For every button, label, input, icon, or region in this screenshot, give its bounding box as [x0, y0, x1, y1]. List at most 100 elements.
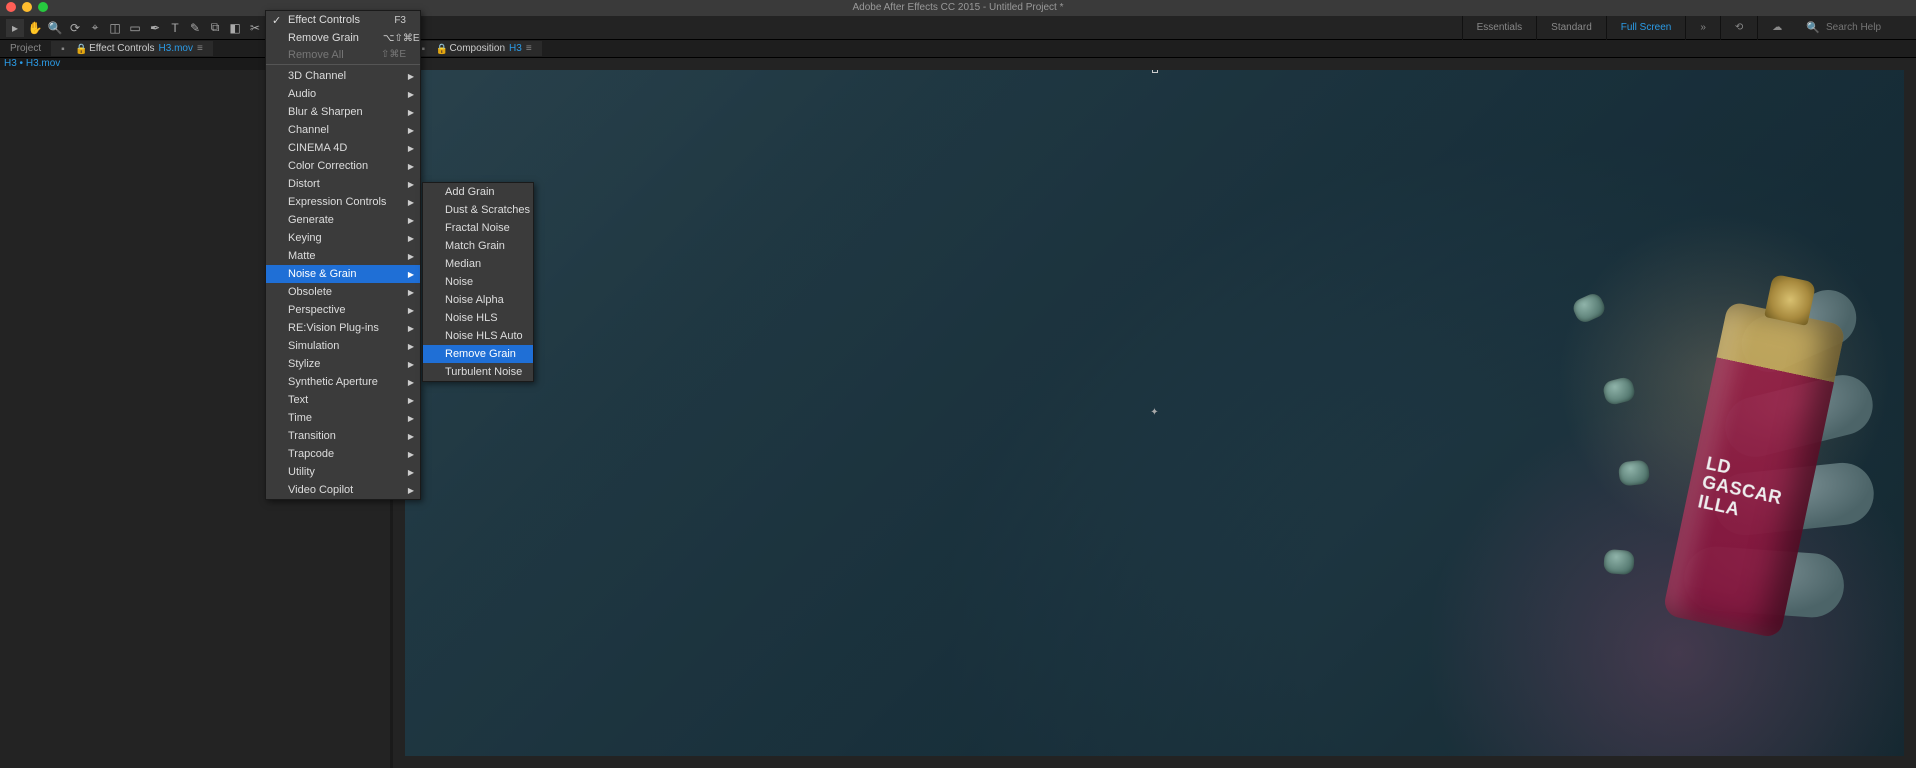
menu-item-label: Color Correction	[288, 160, 368, 172]
eraser-tool-icon[interactable]: ◧	[226, 19, 244, 37]
breadcrumb[interactable]: H3 • H3.mov	[4, 58, 60, 69]
menu-item-label: Turbulent Noise	[445, 366, 522, 378]
menu-item-matte[interactable]: Matte	[266, 247, 420, 265]
menu-item-channel[interactable]: Channel	[266, 121, 420, 139]
menu-item-simulation[interactable]: Simulation	[266, 337, 420, 355]
menu-item-re-vision-plug-ins[interactable]: RE:Vision Plug-ins	[266, 319, 420, 337]
tab-menu-icon[interactable]: ≡	[526, 43, 532, 54]
menu-item-remove-all: Remove All⇧⌘E	[266, 47, 420, 65]
composition-tab[interactable]: ▪ 🔒 Composition H3 ≡	[411, 41, 541, 56]
menu-item-label: Noise & Grain	[288, 268, 356, 280]
menu-item-time[interactable]: Time	[266, 409, 420, 427]
menu-item-label: CINEMA 4D	[288, 142, 347, 154]
anchor-point-icon[interactable]: ✦	[1150, 408, 1160, 418]
shape-tool-icon[interactable]: ▭	[126, 19, 144, 37]
hand-tool-icon[interactable]: ✋	[26, 19, 44, 37]
menu-item-label: Noise HLS	[445, 312, 498, 324]
menu-item-text[interactable]: Text	[266, 391, 420, 409]
submenu-item-noise-hls-auto[interactable]: Noise HLS Auto	[423, 327, 533, 345]
menu-item-label: Noise Alpha	[445, 294, 504, 306]
menu-item-label: Noise	[445, 276, 473, 288]
menu-item-color-correction[interactable]: Color Correction	[266, 157, 420, 175]
noise-and-grain-submenu[interactable]: Add Grain Dust & Scratches Fractal Noise Ma…	[422, 182, 534, 382]
menu-item-expression-controls[interactable]: Expression Controls	[266, 193, 420, 211]
effect-controls-tab[interactable]: ▪ 🔒 Effect Controls H3.mov ≡	[51, 41, 213, 56]
viewer-content[interactable]: ✦ LD GASCAR ILLA	[405, 70, 1904, 756]
panel-menu-icon[interactable]: ▪	[421, 44, 431, 54]
menu-item-blur-sharpen[interactable]: Blur & Sharpen	[266, 103, 420, 121]
menu-item-keying[interactable]: Keying	[266, 229, 420, 247]
type-tool-icon[interactable]: T	[166, 19, 184, 37]
roto-brush-tool-icon[interactable]: ✂	[246, 19, 264, 37]
clone-stamp-tool-icon[interactable]: ⧉	[206, 19, 224, 37]
app-title: Adobe After Effects CC 2015 - Untitled P…	[852, 2, 1063, 13]
camera-tool-icon[interactable]: ⌖	[86, 19, 104, 37]
menu-item-distort[interactable]: Distort	[266, 175, 420, 193]
submenu-item-add-grain[interactable]: Add Grain	[423, 183, 533, 201]
menu-item-label: Add Grain	[445, 186, 495, 198]
effect-controls-target: H3.mov	[159, 43, 193, 54]
menu-item-video-copilot[interactable]: Video Copilot	[266, 481, 420, 499]
composition-viewer[interactable]: ✦ LD GASCAR ILLA	[393, 58, 1916, 768]
submenu-item-match-grain[interactable]: Match Grain	[423, 237, 533, 255]
menu-item-stylize[interactable]: Stylize	[266, 355, 420, 373]
maximize-window-button[interactable]	[38, 2, 48, 12]
rotate-tool-icon[interactable]: ⟳	[66, 19, 84, 37]
lock-icon[interactable]: 🔒	[435, 44, 445, 54]
selection-tool-icon[interactable]: ▸	[6, 19, 24, 37]
menu-item-transition[interactable]: Transition	[266, 427, 420, 445]
menu-item-label: Transition	[288, 430, 336, 442]
menu-item-label: Generate	[288, 214, 334, 226]
lock-icon[interactable]: 🔒	[75, 44, 85, 54]
menu-item-synthetic-aperture[interactable]: Synthetic Aperture	[266, 373, 420, 391]
menu-item-label: Match Grain	[445, 240, 505, 252]
submenu-item-dust-scratches[interactable]: Dust & Scratches	[423, 201, 533, 219]
menu-item-cinema-4d[interactable]: CINEMA 4D	[266, 139, 420, 157]
menu-item-label: Trapcode	[288, 448, 334, 460]
effect-controls-label: Effect Controls	[89, 43, 154, 54]
submenu-item-noise-alpha[interactable]: Noise Alpha	[423, 291, 533, 309]
submenu-item-noise[interactable]: Noise	[423, 273, 533, 291]
submenu-item-fractal-noise[interactable]: Fractal Noise	[423, 219, 533, 237]
menu-item-label: Obsolete	[288, 286, 332, 298]
menu-item-label: Dust & Scratches	[445, 204, 530, 216]
menu-item-label: Noise HLS Auto	[445, 330, 523, 342]
image-region	[1603, 549, 1635, 575]
effect-menu[interactable]: Effect ControlsF3Remove Grain⌥⇧⌘ERemove …	[265, 10, 421, 500]
project-tab[interactable]: Project	[0, 41, 51, 56]
search-help-input[interactable]	[1826, 22, 1906, 33]
menu-item-obsolete[interactable]: Obsolete	[266, 283, 420, 301]
sync-settings-icon[interactable]: ⟲	[1720, 16, 1757, 40]
menu-item-label: Keying	[288, 232, 322, 244]
minimize-window-button[interactable]	[22, 2, 32, 12]
menu-item-noise-grain[interactable]: Noise & Grain	[266, 265, 420, 283]
workspace-overflow-icon[interactable]: »	[1685, 16, 1720, 40]
submenu-item-remove-grain[interactable]: Remove Grain	[423, 345, 533, 363]
zoom-tool-icon[interactable]: 🔍	[46, 19, 64, 37]
panel-menu-icon[interactable]: ▪	[61, 44, 71, 54]
workspace-essentials[interactable]: Essentials	[1462, 16, 1537, 40]
menu-item-3d-channel[interactable]: 3D Channel	[266, 67, 420, 85]
menu-item-utility[interactable]: Utility	[266, 463, 420, 481]
tab-close-icon[interactable]: ≡	[197, 43, 203, 54]
layer-handle-top[interactable]	[1152, 70, 1158, 73]
close-window-button[interactable]	[6, 2, 16, 12]
menu-item-remove-grain[interactable]: Remove Grain⌥⇧⌘E	[266, 29, 420, 47]
menu-item-generate[interactable]: Generate	[266, 211, 420, 229]
workspace-standard[interactable]: Standard	[1536, 16, 1606, 40]
workspace-fullscreen[interactable]: Full Screen	[1606, 16, 1686, 40]
search-help: 🔍	[1796, 21, 1916, 34]
menu-item-audio[interactable]: Audio	[266, 85, 420, 103]
submenu-item-noise-hls[interactable]: Noise HLS	[423, 309, 533, 327]
submenu-item-turbulent-noise[interactable]: Turbulent Noise	[423, 363, 533, 381]
brush-tool-icon[interactable]: ✎	[186, 19, 204, 37]
menu-item-trapcode[interactable]: Trapcode	[266, 445, 420, 463]
menu-item-effect-controls[interactable]: Effect ControlsF3	[266, 11, 420, 29]
pen-tool-icon[interactable]: ✒	[146, 19, 164, 37]
cc-libraries-icon[interactable]: ☁	[1757, 16, 1796, 40]
menu-item-label: Distort	[288, 178, 320, 190]
pan-behind-tool-icon[interactable]: ◫	[106, 19, 124, 37]
menu-item-perspective[interactable]: Perspective	[266, 301, 420, 319]
menu-item-label: Perspective	[288, 304, 345, 316]
submenu-item-median[interactable]: Median	[423, 255, 533, 273]
